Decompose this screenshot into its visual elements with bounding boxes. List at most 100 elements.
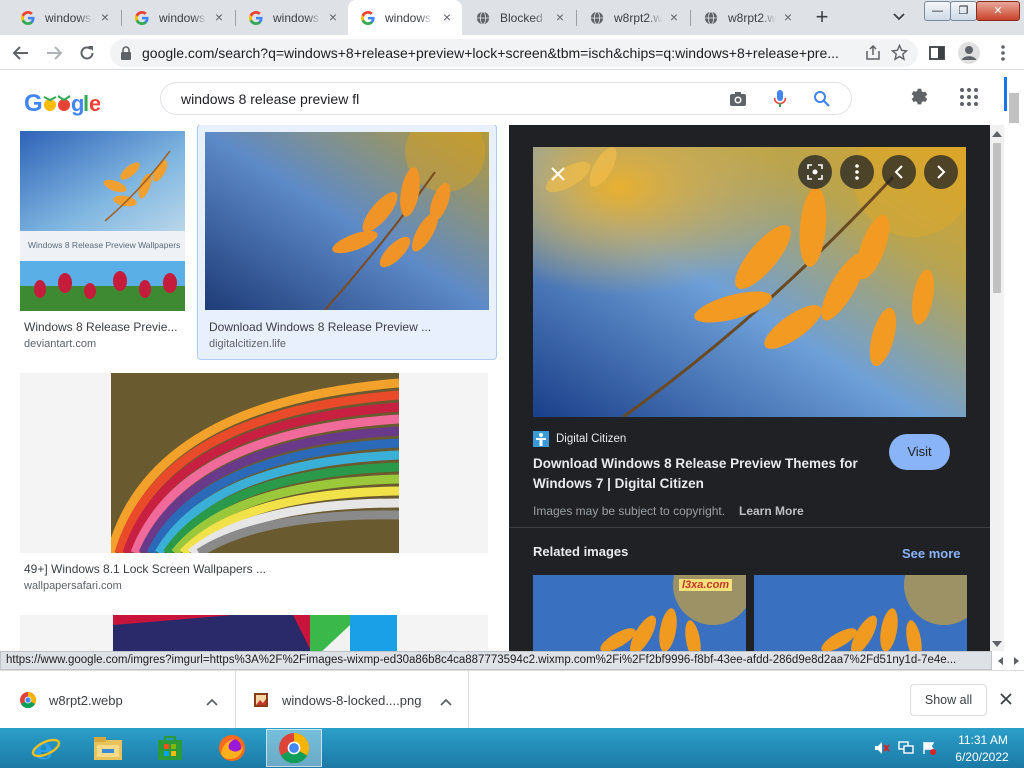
- download-filename: w8rpt2.webp: [49, 693, 123, 708]
- tab-close-icon[interactable]: ×: [553, 10, 567, 24]
- related-image-1[interactable]: l3xa.com: [533, 575, 746, 651]
- share-icon[interactable]: [865, 44, 881, 64]
- side-panel-icon[interactable]: [924, 40, 950, 66]
- chevron-up-icon[interactable]: [206, 695, 218, 709]
- svg-text:G: G: [24, 90, 43, 117]
- see-more-link[interactable]: See more: [902, 546, 961, 561]
- tab-w8rpt2-1[interactable]: w8rpt2.w ×: [577, 0, 689, 35]
- scroll-thumb[interactable]: [993, 143, 1001, 293]
- address-bar[interactable]: google.com/search?q=windows+8+release+pr…: [110, 39, 918, 67]
- google-doodle-logo[interactable]: G g l e: [24, 87, 101, 117]
- new-tab-plus-icon[interactable]: +: [810, 5, 834, 29]
- watermark-text: l3xa.com: [679, 579, 733, 591]
- scroll-right-arrow-icon[interactable]: [1014, 657, 1019, 665]
- site-name[interactable]: Digital Citizen: [556, 433, 626, 445]
- close-window-button[interactable]: ✕: [976, 1, 1020, 21]
- result-thumbnail[interactable]: [113, 615, 397, 651]
- globe-icon: [589, 10, 605, 26]
- clock-time[interactable]: 11:31 AM: [958, 733, 1008, 747]
- scroll-down-arrow-icon[interactable]: [992, 641, 1002, 647]
- internet-explorer-icon[interactable]: e: [18, 729, 74, 767]
- google-g-icon: [20, 10, 36, 26]
- tab-search-chevron-icon[interactable]: [888, 8, 910, 26]
- lock-icon[interactable]: [120, 46, 132, 63]
- bookmark-star-icon[interactable]: [890, 43, 909, 64]
- page-scroll-thumb[interactable]: [1009, 93, 1019, 123]
- status-spacer: [994, 651, 1024, 670]
- store-icon[interactable]: [142, 729, 198, 767]
- close-preview-icon[interactable]: [543, 159, 573, 189]
- scroll-up-arrow-icon[interactable]: [992, 131, 1002, 137]
- globe-icon: [475, 10, 491, 26]
- apps-grid-icon[interactable]: [960, 88, 978, 109]
- result-source[interactable]: wallpapersafari.com: [24, 580, 122, 592]
- page-scrollbar[interactable]: [1004, 71, 1024, 651]
- menu-kebab-icon[interactable]: [990, 40, 1016, 66]
- chrome-taskbar-icon[interactable]: [266, 729, 322, 767]
- tab-windows-3[interactable]: windows ×: [236, 0, 348, 35]
- result-thumbnail[interactable]: Windows 8 Release Preview Wallpapers: [20, 131, 185, 311]
- result-card[interactable]: Windows 8 Release Preview Wallpapers Win…: [20, 131, 185, 361]
- result-title[interactable]: Windows 8 Release Previe...: [24, 320, 184, 334]
- clock-date[interactable]: 6/20/2022: [952, 750, 1012, 764]
- next-image-icon[interactable]: [924, 155, 958, 189]
- tab-w8rpt2-2[interactable]: w8rpt2.w ×: [691, 0, 803, 35]
- google-g-icon: [134, 10, 150, 26]
- tab-close-icon[interactable]: ×: [440, 10, 454, 24]
- lens-search-icon[interactable]: [798, 155, 832, 189]
- file-explorer-icon[interactable]: [80, 729, 136, 767]
- related-images-heading: Related images: [533, 544, 629, 559]
- visit-button[interactable]: Visit: [889, 434, 950, 470]
- tab-windows-2[interactable]: windows ×: [122, 0, 234, 35]
- close-downloads-icon[interactable]: [999, 692, 1013, 709]
- chevron-up-icon[interactable]: [440, 695, 452, 709]
- tab-windows-active[interactable]: windows ×: [348, 0, 462, 35]
- result-title[interactable]: 49+] Windows 8.1 Lock Screen Wallpapers …: [24, 562, 324, 576]
- image-results: Windows 8 Release Preview Wallpapers Win…: [0, 125, 509, 651]
- preview-title-line1[interactable]: Download Windows 8 Release Preview Theme…: [533, 456, 858, 471]
- tab-close-icon[interactable]: ×: [667, 10, 681, 24]
- download-item[interactable]: w8rpt2.webp: [0, 671, 236, 729]
- microphone-icon[interactable]: [773, 89, 787, 112]
- camera-lens-icon[interactable]: [729, 90, 747, 111]
- show-all-button[interactable]: Show all: [910, 684, 987, 716]
- profile-avatar-icon[interactable]: [956, 40, 982, 66]
- result-card[interactable]: 49+] Windows 8.1 Lock Screen Wallpapers …: [20, 373, 488, 601]
- settings-gear-icon[interactable]: [908, 86, 930, 111]
- tab-close-icon[interactable]: ×: [212, 10, 226, 24]
- minimize-button[interactable]: —: [924, 1, 951, 21]
- result-title[interactable]: Download Windows 8 Release Preview ...: [209, 320, 469, 334]
- forward-arrow-icon[interactable]: [41, 40, 67, 66]
- result-card[interactable]: [20, 615, 488, 651]
- result-thumbnail[interactable]: [205, 132, 489, 310]
- tab-title: w8rpt2.w: [614, 10, 662, 25]
- preview-title-line2[interactable]: Windows 7 | Digital Citizen: [533, 476, 704, 491]
- restore-button[interactable]: ❐: [950, 1, 977, 21]
- result-source[interactable]: deviantart.com: [24, 338, 96, 350]
- tab-close-icon[interactable]: ×: [98, 10, 112, 24]
- download-item[interactable]: windows-8-locked....png: [237, 671, 469, 729]
- related-image-2[interactable]: [754, 575, 967, 651]
- network-icon[interactable]: [898, 741, 914, 758]
- more-options-icon[interactable]: [840, 155, 874, 189]
- panel-scrollbar[interactable]: [990, 125, 1004, 651]
- volume-muted-icon[interactable]: [874, 741, 890, 758]
- reload-icon[interactable]: [74, 40, 100, 66]
- result-thumbnail[interactable]: [20, 373, 488, 553]
- previous-image-icon[interactable]: [882, 155, 916, 189]
- tab-strip: windows × windows × windows × windows × …: [0, 0, 1024, 35]
- search-icon[interactable]: [813, 90, 831, 111]
- tab-close-icon[interactable]: ×: [326, 10, 340, 24]
- scroll-left-arrow-icon[interactable]: [998, 657, 1003, 665]
- firefox-icon[interactable]: [204, 729, 260, 767]
- tab-windows-1[interactable]: windows ×: [8, 0, 120, 35]
- back-arrow-icon[interactable]: [8, 40, 34, 66]
- action-center-flag-icon[interactable]: [922, 741, 936, 758]
- account-edge: [1004, 77, 1007, 111]
- tab-close-icon[interactable]: ×: [781, 10, 795, 24]
- search-input[interactable]: windows 8 release preview fl: [160, 82, 852, 115]
- result-card-selected[interactable]: Download Windows 8 Release Preview ... d…: [197, 125, 497, 360]
- learn-more-link[interactable]: Learn More: [739, 504, 804, 518]
- tab-blocked[interactable]: Blocked ×: [463, 0, 575, 35]
- result-source[interactable]: digitalcitizen.life: [209, 338, 286, 350]
